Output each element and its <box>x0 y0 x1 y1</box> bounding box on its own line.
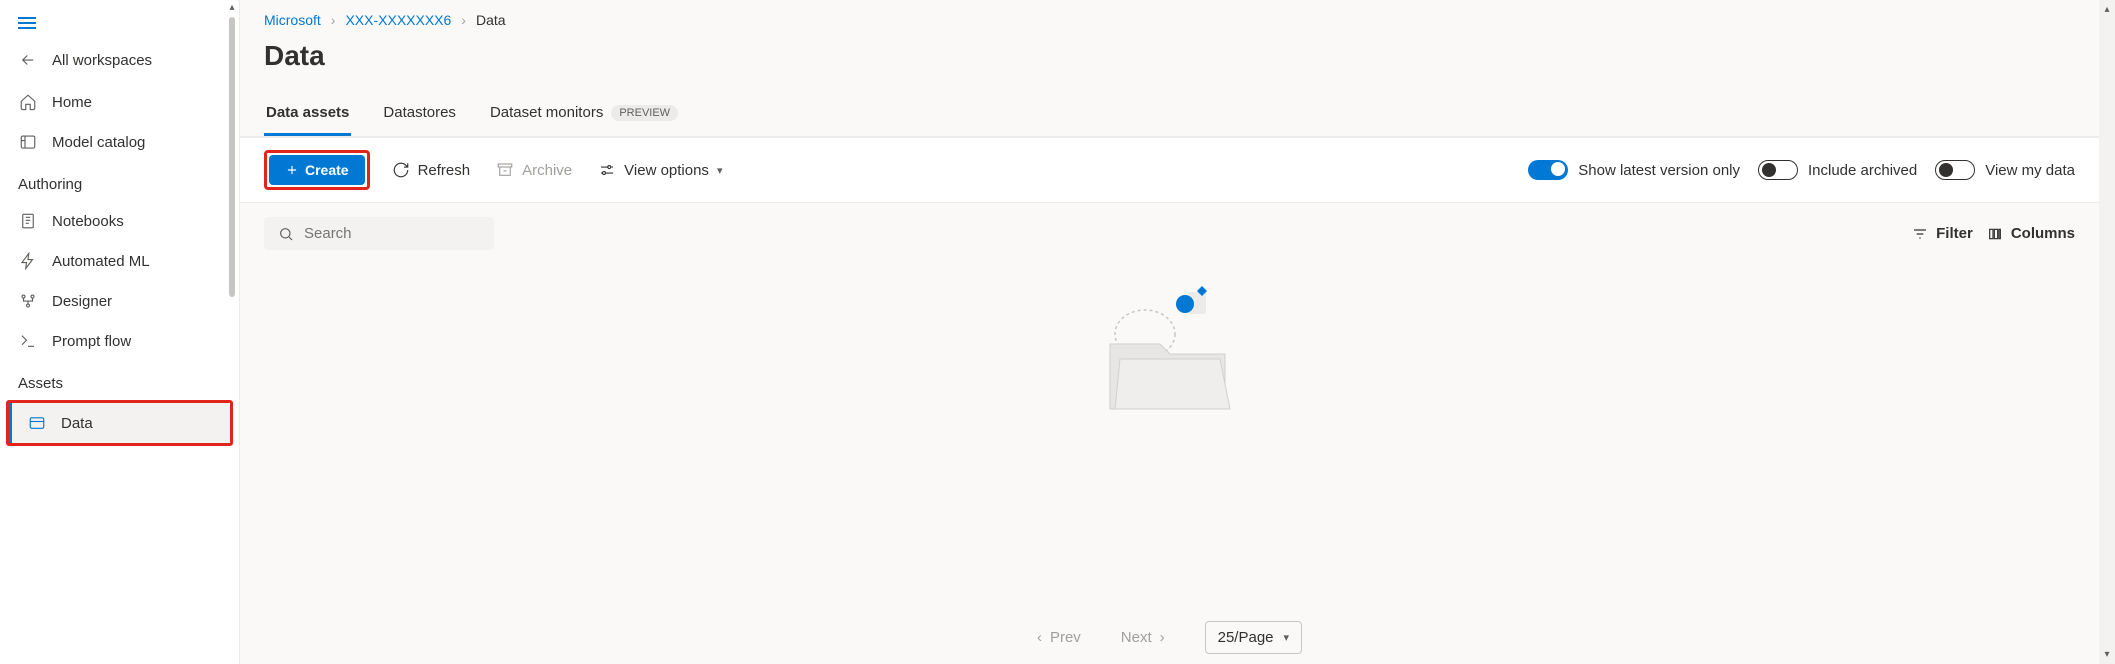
create-button[interactable]: Create <box>269 155 365 185</box>
page-size-label: 25/Page <box>1218 629 1274 646</box>
sidebar-item-label: Home <box>52 94 92 111</box>
include-archived-label: Include archived <box>1808 162 1917 179</box>
view-my-data-toggle[interactable] <box>1935 160 1975 180</box>
main-scrollbar[interactable]: ▴ ▾ <box>2099 0 2115 664</box>
chevron-right-icon: › <box>331 12 336 28</box>
view-options-button[interactable]: View options ▾ <box>594 155 726 185</box>
include-archived-toggle[interactable] <box>1758 160 1798 180</box>
hamburger-menu[interactable] <box>0 0 239 38</box>
tab-data-assets[interactable]: Data assets <box>264 94 351 136</box>
tab-label: Data assets <box>266 104 349 121</box>
show-latest-toggle-group: Show latest version only <box>1528 160 1740 180</box>
filter-button[interactable]: Filter <box>1912 225 1973 242</box>
include-archived-toggle-group: Include archived <box>1758 160 1917 180</box>
prev-label: Prev <box>1050 629 1081 646</box>
preview-badge: PREVIEW <box>611 105 678 121</box>
chevron-left-icon: ‹ <box>1037 629 1042 646</box>
sidebar-item-label: Data <box>61 415 93 432</box>
view-my-data-toggle-group: View my data <box>1935 160 2075 180</box>
columns-label: Columns <box>2011 225 2075 242</box>
empty-folder-icon <box>1090 274 1250 414</box>
sidebar-data-highlight: Data <box>6 400 233 446</box>
sidebar-item-label: Notebooks <box>52 213 124 230</box>
chevron-right-icon: › <box>461 12 466 28</box>
tab-datastores[interactable]: Datastores <box>381 94 458 136</box>
sidebar-item-label: Prompt flow <box>52 333 131 350</box>
sidebar-item-label: Model catalog <box>52 134 145 151</box>
filter-icon <box>1912 226 1928 242</box>
sidebar-item-label: Designer <box>52 293 112 310</box>
sidebar-item-prompt-flow[interactable]: Prompt flow <box>0 321 239 361</box>
breadcrumb-workspace[interactable]: XXX-XXXXXXX6 <box>345 12 451 28</box>
prev-page[interactable]: ‹ Prev <box>1037 629 1081 646</box>
sidebar-item-data[interactable]: Data <box>9 403 230 443</box>
sidebar-item-designer[interactable]: Designer <box>0 281 239 321</box>
search-icon <box>278 226 294 242</box>
refresh-button[interactable]: Refresh <box>388 155 475 185</box>
next-label: Next <box>1121 629 1152 646</box>
section-assets: Assets <box>0 361 239 400</box>
catalog-icon <box>18 132 38 152</box>
breadcrumb-current: Data <box>476 12 506 28</box>
plus-icon <box>285 163 299 177</box>
sidebar-item-home[interactable]: Home <box>0 82 239 122</box>
sidebar-scrollbar[interactable]: ▴ <box>225 0 239 664</box>
tab-label: Datastores <box>383 104 456 121</box>
all-workspaces-label: All workspaces <box>52 52 152 69</box>
home-icon <box>18 92 38 112</box>
archive-label: Archive <box>522 162 572 179</box>
sidebar-item-automated-ml[interactable]: Automated ML <box>0 241 239 281</box>
data-icon <box>27 413 47 433</box>
columns-icon <box>1987 226 2003 242</box>
page-title: Data <box>240 32 2115 94</box>
terminal-icon <box>18 331 38 351</box>
show-latest-toggle[interactable] <box>1528 160 1568 180</box>
refresh-label: Refresh <box>418 162 471 179</box>
tab-dataset-monitors[interactable]: Dataset monitors PREVIEW <box>488 94 680 136</box>
refresh-icon <box>392 161 410 179</box>
view-options-label: View options <box>624 162 709 179</box>
section-authoring: Authoring <box>0 162 239 201</box>
breadcrumb-root[interactable]: Microsoft <box>264 12 321 28</box>
main-content: Microsoft › XXX-XXXXXXX6 › Data Data Dat… <box>240 0 2115 664</box>
scroll-up-icon: ▴ <box>229 0 234 15</box>
scroll-thumb[interactable] <box>229 17 235 297</box>
page-size-select[interactable]: 25/Page ▾ <box>1205 621 1302 654</box>
sidebar-item-label: Automated ML <box>52 253 150 270</box>
create-label: Create <box>305 162 349 178</box>
subbar: Filter Columns <box>240 203 2099 264</box>
archive-button: Archive <box>492 155 576 185</box>
sliders-icon <box>598 161 616 179</box>
chevron-down-icon: ▾ <box>717 164 723 177</box>
next-page[interactable]: Next › <box>1121 629 1165 646</box>
scroll-down-icon: ▾ <box>2104 645 2109 664</box>
sidebar: All workspaces Home Model catalog Author… <box>0 0 240 664</box>
designer-icon <box>18 291 38 311</box>
sidebar-item-notebooks[interactable]: Notebooks <box>0 201 239 241</box>
archive-icon <box>496 161 514 179</box>
filter-label: Filter <box>1936 225 1973 242</box>
empty-state <box>240 264 2099 607</box>
view-my-data-label: View my data <box>1985 162 2075 179</box>
pagination: ‹ Prev Next › 25/Page ▾ <box>240 607 2099 664</box>
show-latest-label: Show latest version only <box>1578 162 1740 179</box>
columns-button[interactable]: Columns <box>1987 225 2075 242</box>
all-workspaces-link[interactable]: All workspaces <box>0 38 239 82</box>
automl-icon <box>18 251 38 271</box>
scroll-up-icon: ▴ <box>2104 0 2109 19</box>
tabs: Data assets Datastores Dataset monitors … <box>240 94 2115 137</box>
tab-label: Dataset monitors <box>490 104 603 121</box>
toolbar: Create Refresh Archive View options <box>240 137 2099 203</box>
arrow-left-icon <box>18 50 38 70</box>
breadcrumb: Microsoft › XXX-XXXXXXX6 › Data <box>240 0 2115 32</box>
create-highlight: Create <box>264 150 370 190</box>
sidebar-item-model-catalog[interactable]: Model catalog <box>0 122 239 162</box>
chevron-down-icon: ▾ <box>1284 631 1290 644</box>
notebook-icon <box>18 211 38 231</box>
search-input[interactable] <box>304 225 480 242</box>
search-box[interactable] <box>264 217 494 250</box>
chevron-right-icon: › <box>1160 629 1165 646</box>
